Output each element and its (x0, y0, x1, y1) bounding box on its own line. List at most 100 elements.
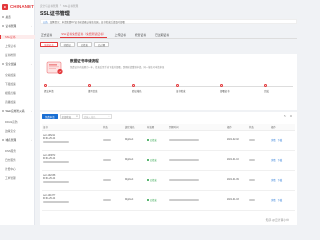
cert-domain-blurred (43, 201, 102, 205)
cert-table: 证书 状态 绑定域名 有效期 到期时间 操作 状态 操作 cert-106211… (42, 124, 295, 211)
download-link[interactable]: 下载 (278, 200, 283, 202)
sidebar-item[interactable]: DNS服务 (5, 149, 36, 153)
step-label: 验证域名 (132, 90, 142, 93)
download-link[interactable]: 下载 (278, 140, 283, 142)
detail-link[interactable]: 详情 (271, 180, 276, 182)
date-cell: 2021-01-09 (226, 170, 248, 191)
table-row[interactable]: cert-103872 ID:61-25-44 DigiCert 已签发 2021-01… (42, 150, 295, 171)
date-cell: 2021-01-16 (226, 150, 248, 171)
sidebar-item-label: 证书检测 (5, 54, 16, 57)
vendor-cell: DigiCert (124, 170, 146, 191)
search-placeholder: 请输入域名 (83, 115, 96, 119)
step-label: 证书签发 (176, 90, 186, 93)
download-link[interactable]: 下载 (278, 180, 283, 182)
download-link[interactable]: 下载 (278, 160, 283, 162)
type-blurred (103, 198, 111, 201)
gear-icon[interactable]: ⚙ (289, 114, 293, 118)
breadcrumb-item[interactable]: 安全与证书管理 (40, 4, 58, 8)
sidebar-item-label: Web应用防火墙 (5, 110, 25, 113)
status-badge: 已签发 (147, 138, 157, 142)
sidebar-item[interactable]: 日志服务 (5, 158, 36, 162)
sidebar-item[interactable]: 域名管理 › (2, 138, 33, 142)
sidebar-item-label: 边缘安全 (5, 130, 16, 133)
domain-blurred (169, 198, 199, 201)
detail-link[interactable]: 详情 (271, 140, 276, 142)
cert-cell: cert-101377 ID:61-25-44 (42, 190, 102, 211)
tab-expired-cert[interactable]: 已过期证书 (154, 33, 170, 39)
table-row[interactable]: cert-102158 ID:61-25-44 DigiCert 已签发 2021-01… (42, 170, 295, 191)
tab-hosted-cert[interactable]: 托管证书 (134, 33, 147, 39)
sidebar-item[interactable]: 直播加速 (5, 100, 36, 104)
menu-group-icon (2, 139, 4, 141)
sidebar-item[interactable]: 视频点播 (5, 91, 36, 95)
sidebar-item[interactable]: DDoS高防 (5, 120, 36, 124)
status-label: 已签发 (149, 140, 157, 142)
status-select-value: 全部状态 (61, 115, 72, 119)
step-dot (44, 84, 47, 87)
sidebar-item-label: SSL证书 (5, 36, 16, 39)
sidebar-item[interactable]: 证书检测 (5, 53, 36, 57)
type-cell (102, 170, 124, 191)
sidebar-item[interactable]: SSL证书 (0, 35, 35, 39)
sidebar-item[interactable]: 安全加速 › (2, 62, 33, 66)
status-badge: 已签发 (147, 198, 157, 202)
notice-bar: 公告 温馨提示：申请免费DV证书前请确认域名归属，证书签发后请及时部署 (40, 19, 297, 24)
ops-cell: 详情 下载 (270, 150, 295, 171)
domain-blurred (169, 138, 199, 141)
sidebar-item[interactable]: 边缘安全 (5, 129, 36, 133)
status-dot (147, 199, 149, 201)
sidebar-item[interactable]: 下载加速 (5, 82, 36, 86)
tab-bar: 正式证书 SSL证书免费证书（免费测试证书） 上传证书 托管证书 已过期证书 (40, 31, 297, 39)
sidebar-item[interactable]: 计费中心 (5, 167, 36, 171)
refresh-icon[interactable]: ↻ (283, 114, 287, 118)
date-cell: 2021-02-02 (226, 130, 248, 151)
chevron-icon: › (31, 24, 32, 28)
flag-blurred (249, 198, 255, 201)
table-toolbar: 免费申请 全部状态 ▾ 请输入域名 ⌕ (42, 114, 112, 119)
flag-cell (248, 190, 270, 211)
flag-blurred (249, 158, 255, 161)
sidebar-item[interactable]: 全站加速 (5, 73, 36, 77)
tab-upload-cert[interactable]: 上传证书 (114, 33, 127, 39)
sidebar-item-label: DNS服务 (5, 150, 17, 153)
status-cell: 已签发 (146, 190, 168, 211)
detail-link[interactable]: 详情 (271, 160, 276, 162)
step-item: 部署证书 (220, 84, 248, 93)
type-cell (102, 130, 124, 151)
detail-link[interactable]: 详情 (271, 200, 276, 202)
chevron-down-icon: ▾ (76, 115, 78, 118)
filter-pending[interactable]: 待验证 (59, 42, 75, 47)
menu-collapse-icon[interactable]: ≡ (28, 4, 32, 8)
tab-formal-cert[interactable]: 正式证书 (40, 33, 53, 39)
cert-domain-blurred (43, 141, 102, 145)
status-cell: 已签发 (146, 170, 168, 191)
vendor-cell: DigiCert (124, 190, 146, 211)
status-badge: 已签发 (147, 178, 157, 182)
sidebar-item[interactable]: 上传证书 (5, 44, 36, 48)
flag-cell (248, 150, 270, 171)
watermark: 知乎 @云计算小伙 (265, 218, 289, 222)
chevron-icon: › (31, 62, 32, 66)
filter-issued[interactable]: 已签发 (76, 42, 92, 47)
menu-group-icon (2, 63, 4, 65)
sidebar-item[interactable]: Web应用防火墙 › (2, 109, 33, 113)
apply-button[interactable]: 免费申请 (42, 114, 58, 119)
table-row[interactable]: cert-101377 ID:61-25-44 DigiCert 已签发 2021-01… (42, 190, 295, 211)
table-row[interactable]: cert-106211 ID:61-25-44 DigiCert 已签发 2021-02… (42, 130, 295, 151)
search-input[interactable]: 请输入域名 ⌕ (81, 114, 112, 119)
filter-expired[interactable]: 已过期 (93, 42, 110, 47)
info-card: 数据证书申请流程 免费证书有效期为一年，签发后需手动下载并部署，到期前请重新申请… (40, 54, 297, 110)
sidebar-item[interactable]: 总览 (2, 15, 33, 19)
page-title: SSL证书管理 (40, 11, 70, 17)
status-select[interactable]: 全部状态 ▾ (59, 114, 80, 119)
domain-blurred (169, 178, 199, 181)
sidebar-item[interactable]: 证书管理 › (2, 24, 33, 28)
step-dot (132, 84, 135, 87)
chevron-icon: › (31, 138, 32, 142)
step-label: 填写信息 (88, 90, 98, 93)
tab-free-cert[interactable]: SSL证书免费证书（免费测试证书） (60, 32, 107, 38)
step-item: 填写信息 (88, 84, 116, 93)
step-dot (220, 84, 223, 87)
filter-all[interactable]: 全部证书 (40, 42, 58, 47)
sidebar-item[interactable]: 工单管理 (5, 176, 36, 180)
